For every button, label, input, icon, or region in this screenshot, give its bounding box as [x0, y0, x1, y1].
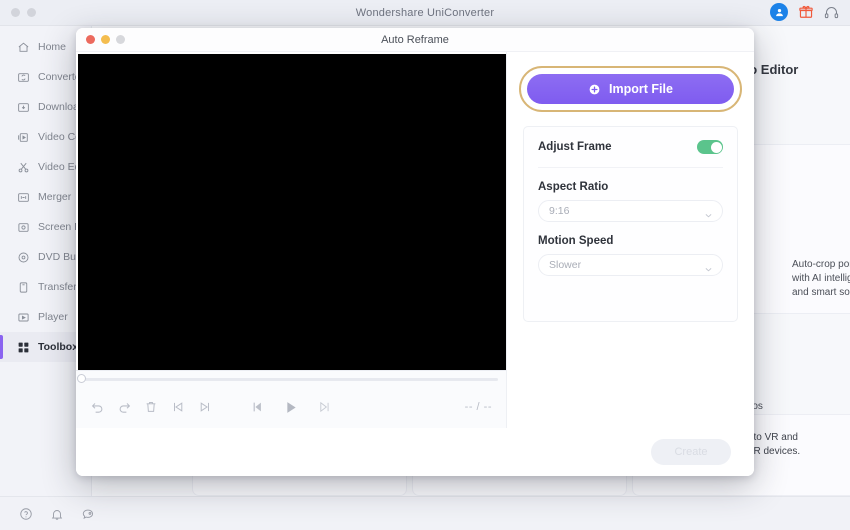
create-button[interactable]: Create	[651, 439, 731, 465]
import-file-button[interactable]: Import File	[527, 74, 734, 104]
merge-icon	[16, 190, 30, 204]
timeline-track[interactable]	[84, 378, 498, 381]
sidebar-item-label: Player	[38, 311, 68, 323]
skip-end-icon[interactable]	[197, 399, 213, 415]
time-display: -- / --	[464, 401, 492, 413]
redo-icon[interactable]	[116, 399, 132, 415]
chevron-down-icon	[704, 207, 713, 225]
player-controls: -- / --	[76, 386, 506, 428]
sidebar-item-label: Home	[38, 41, 67, 53]
motion-speed-label: Motion Speed	[538, 235, 614, 247]
app-actions	[770, 3, 840, 21]
download-icon	[16, 100, 30, 114]
auto-reframe-dialog: Auto Reframe -- / -- Import File Adjust …	[76, 28, 754, 476]
user-icon[interactable]	[770, 3, 788, 21]
settings-pane: Import File Adjust Frame Aspect Ratio 9:…	[507, 52, 754, 428]
disc-icon	[16, 250, 30, 264]
chevron-down-icon	[704, 261, 713, 279]
adjust-frame-label: Adjust Frame	[538, 141, 612, 153]
motion-speed-value: Slower	[549, 259, 582, 271]
import-file-label: Import File	[609, 82, 673, 96]
prev-frame-icon[interactable]	[250, 399, 266, 415]
toolbox-icon	[16, 340, 30, 354]
sidebar-item-label: Transfer	[38, 281, 77, 293]
plus-circle-icon	[589, 84, 600, 94]
video-compress-icon	[16, 130, 30, 144]
next-frame-icon[interactable]	[316, 399, 332, 415]
video-preview[interactable]	[78, 54, 506, 370]
aspect-ratio-label: Aspect Ratio	[538, 181, 609, 193]
import-file-highlight: Import File	[519, 66, 742, 112]
home-icon	[16, 40, 30, 54]
dialog-title: Auto Reframe	[381, 33, 449, 46]
app-footer	[0, 496, 850, 530]
screen-record-icon	[16, 220, 30, 234]
timeline-playhead[interactable]	[77, 374, 86, 383]
convert-icon	[16, 70, 30, 84]
sidebar-item-label: Toolbox	[38, 341, 79, 353]
promo-line-3: and smart sound	[792, 287, 850, 298]
app-title: Wondershare UniConverter	[355, 6, 495, 19]
motion-speed-field: Motion Speed Slower	[538, 235, 723, 276]
play-icon[interactable]	[283, 399, 299, 415]
promo-line-1: Auto-crop portraits	[792, 259, 850, 270]
feedback-icon[interactable]	[80, 506, 96, 522]
aspect-ratio-select[interactable]: 9:16	[538, 200, 723, 222]
adjust-frame-toggle[interactable]	[697, 140, 723, 154]
transfer-icon	[16, 280, 30, 294]
skip-start-icon[interactable]	[170, 399, 186, 415]
help-icon[interactable]	[18, 506, 34, 522]
delete-icon[interactable]	[143, 399, 159, 415]
player-edit-controls	[89, 399, 213, 415]
dialog-titlebar: Auto Reframe	[76, 28, 754, 52]
scissors-icon	[16, 160, 30, 174]
app-titlebar: Wondershare UniConverter	[0, 0, 850, 26]
promo-line-2: with AI intelligence	[792, 273, 850, 284]
adjust-frame-row: Adjust Frame	[538, 140, 723, 168]
bell-icon[interactable]	[49, 506, 65, 522]
motion-speed-select[interactable]: Slower	[538, 254, 723, 276]
timeline[interactable]	[76, 370, 506, 386]
undo-icon[interactable]	[89, 399, 105, 415]
sidebar-item-label: Merger	[38, 191, 72, 203]
gift-icon[interactable]	[797, 4, 814, 21]
headset-icon[interactable]	[823, 4, 840, 21]
preview-pane: -- / --	[76, 52, 507, 428]
dialog-footer: Create	[76, 428, 754, 476]
dialog-body: -- / -- Import File Adjust Frame Aspect …	[76, 52, 754, 428]
player-icon	[16, 310, 30, 324]
aspect-ratio-value: 9:16	[549, 205, 570, 217]
settings-card: Adjust Frame Aspect Ratio 9:16 Motion Sp…	[523, 126, 738, 322]
aspect-ratio-field: Aspect Ratio 9:16	[538, 181, 723, 222]
